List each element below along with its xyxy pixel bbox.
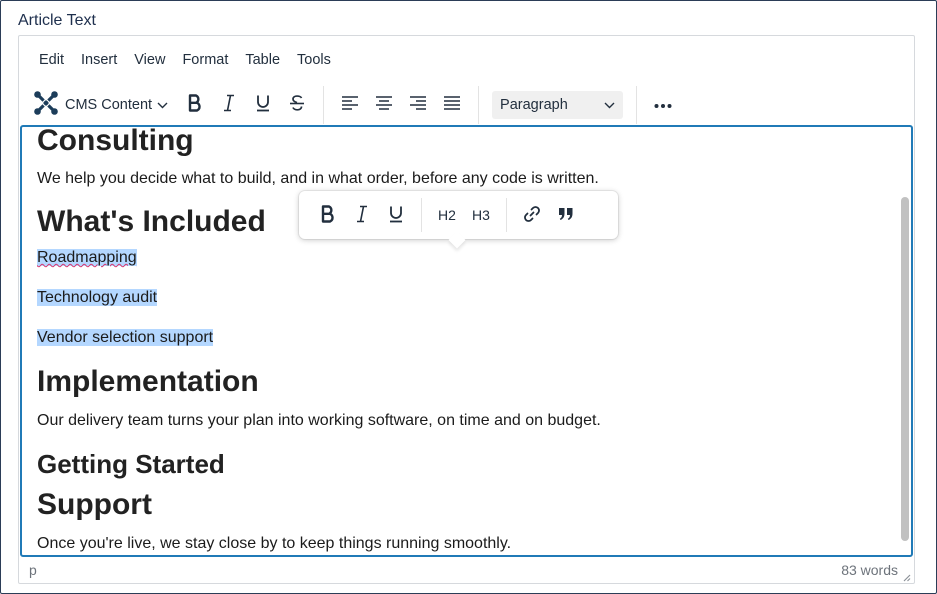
chevron-down-icon — [604, 102, 615, 109]
quote-icon — [558, 207, 574, 224]
align-justify-icon — [443, 95, 461, 116]
paragraph-consulting: We help you decide what to build, and in… — [37, 170, 599, 187]
toolbar-separator — [636, 86, 638, 124]
paragraph-support: Once you're live, we stay close by to ke… — [37, 535, 512, 552]
rich-text-editor: Edit Insert View Format Table Tools CMS … — [18, 35, 915, 584]
align-center-icon — [375, 95, 393, 116]
menu-view[interactable]: View — [126, 46, 173, 74]
selected-text: Roadmapping — [37, 249, 137, 266]
word-count[interactable]: 83 words — [841, 562, 898, 578]
heading-support: Support — [37, 488, 152, 521]
quick-blockquote-button[interactable] — [549, 199, 583, 231]
strikethrough-icon — [289, 94, 305, 117]
quick-italic-button[interactable] — [345, 199, 379, 231]
align-right-icon — [409, 95, 427, 116]
underline-icon — [255, 94, 271, 117]
bold-icon — [320, 204, 336, 226]
quick-link-button[interactable] — [515, 199, 549, 231]
heading-consulting: Consulting — [37, 125, 194, 157]
list-item: Roadmapping — [37, 249, 137, 267]
cms-content-label: CMS Content — [65, 97, 153, 113]
heading-implementation: Implementation — [37, 365, 259, 398]
heading-whats-included: What's Included — [37, 205, 266, 238]
bold-icon — [187, 93, 203, 117]
resize-handle-icon[interactable] — [901, 569, 911, 582]
quickbar-separator — [506, 198, 507, 232]
menu-edit[interactable]: Edit — [31, 46, 72, 74]
underline-icon — [388, 205, 404, 226]
align-left-icon — [341, 95, 359, 116]
quick-format-toolbar: H2 H3 — [299, 191, 618, 239]
cms-content-button[interactable]: CMS Content — [33, 89, 172, 121]
block-format-select[interactable]: Paragraph — [492, 91, 624, 119]
bold-button[interactable] — [178, 89, 212, 121]
align-right-button[interactable] — [401, 89, 435, 121]
more-tools-button[interactable] — [646, 89, 680, 121]
quick-underline-button[interactable] — [379, 199, 413, 231]
strikethrough-button[interactable] — [280, 89, 314, 121]
underline-button[interactable] — [246, 89, 280, 121]
menu-insert[interactable]: Insert — [73, 46, 125, 74]
selected-text: Vendor selection support — [37, 329, 214, 346]
quickbar-separator — [421, 198, 422, 232]
quick-bold-button[interactable] — [311, 199, 345, 231]
list-item: Vendor selection support — [37, 329, 214, 347]
menu-format[interactable]: Format — [174, 46, 236, 74]
menu-table[interactable]: Table — [237, 46, 288, 74]
heading-getting-started: Getting Started — [37, 449, 225, 479]
align-center-button[interactable] — [367, 89, 401, 121]
menu-tools[interactable]: Tools — [289, 46, 339, 74]
quick-h3-button[interactable]: H3 — [464, 199, 498, 231]
editor-content-area[interactable]: Consulting We help you decide what to bu… — [20, 125, 913, 557]
statusbar: p 83 words — [19, 557, 914, 583]
align-left-button[interactable] — [333, 89, 367, 121]
menubar: Edit Insert View Format Table Tools — [19, 36, 914, 84]
italic-icon — [222, 94, 236, 117]
toolbar: CMS Content Paragraph — [19, 84, 914, 126]
italic-button[interactable] — [212, 89, 246, 121]
element-path[interactable]: p — [29, 562, 37, 578]
justify-button[interactable] — [435, 89, 469, 121]
toolbar-separator — [478, 86, 480, 124]
selected-text: Technology audit — [37, 289, 158, 306]
field-label: Article Text — [18, 12, 96, 29]
scrollbar-thumb[interactable] — [901, 197, 909, 541]
paragraph-implementation: Our delivery team turns your plan into w… — [37, 412, 601, 429]
link-icon — [522, 204, 542, 227]
italic-icon — [355, 205, 369, 226]
block-format-value: Paragraph — [500, 97, 568, 113]
joomla-logo-icon — [33, 90, 59, 121]
quick-h2-button[interactable]: H2 — [430, 199, 464, 231]
more-horizontal-icon — [654, 96, 672, 114]
list-item: Technology audit — [37, 289, 158, 307]
chevron-down-icon — [157, 102, 168, 109]
toolbar-separator — [323, 86, 325, 124]
